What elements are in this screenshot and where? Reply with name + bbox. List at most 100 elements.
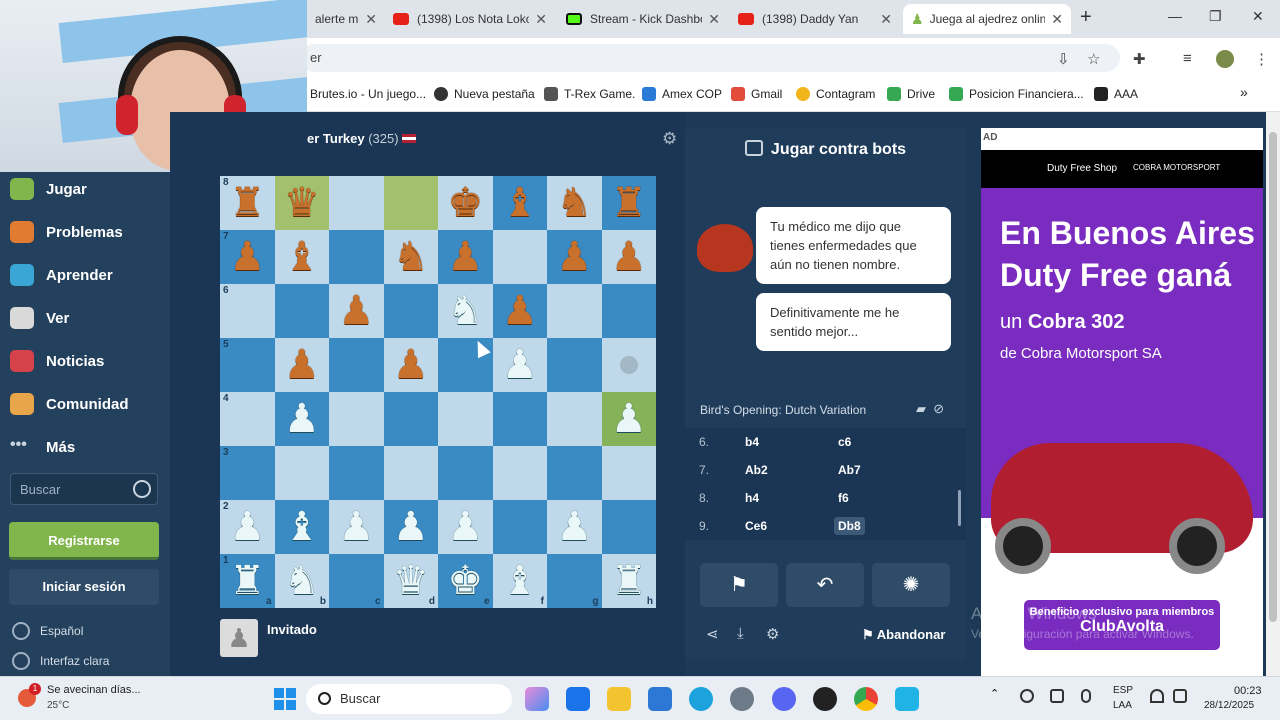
- white-pawn[interactable]: ♟: [229, 507, 265, 547]
- square-d3[interactable]: [383, 446, 438, 500]
- white-pawn[interactable]: ♟: [556, 507, 592, 547]
- square-b1[interactable]: ♞ b: [274, 554, 329, 608]
- square-f3[interactable]: [492, 446, 547, 500]
- black-bishop[interactable]: ♝: [502, 183, 538, 223]
- square-b3[interactable]: [274, 446, 329, 500]
- close-window-icon[interactable]: ✕: [1252, 8, 1264, 25]
- square-g2[interactable]: ♟: [547, 500, 602, 554]
- square-a5[interactable]: 5: [220, 338, 275, 392]
- square-h5[interactable]: [601, 338, 656, 392]
- square-e8[interactable]: ♚: [438, 176, 493, 230]
- black-rook[interactable]: ♜: [229, 183, 265, 223]
- tab-3[interactable]: Stream - Kick Dashbo ✕: [558, 4, 728, 34]
- login-button[interactable]: Iniciar sesión: [9, 569, 159, 605]
- nav-aprender[interactable]: Aprender: [10, 264, 113, 286]
- black-queen[interactable]: ♛: [284, 183, 320, 223]
- tab-active[interactable]: ♟ Juega al ajedrez onlin ✕: [903, 4, 1071, 34]
- square-d6[interactable]: [383, 284, 438, 338]
- settings-gear-icon[interactable]: ⚙: [662, 129, 677, 149]
- square-b8[interactable]: ♛: [274, 176, 329, 230]
- black-pawn[interactable]: ♟: [556, 237, 592, 277]
- scrollbar-thumb[interactable]: [1269, 132, 1277, 622]
- square-d4[interactable]: [383, 392, 438, 446]
- new-tab-button[interactable]: +: [1080, 6, 1092, 29]
- white-rook[interactable]: ♜: [229, 561, 265, 601]
- square-a2[interactable]: ♟ 2: [220, 500, 275, 554]
- omnibox[interactable]: er: [300, 44, 1120, 72]
- chrome-icon[interactable]: [854, 687, 878, 711]
- square-f1[interactable]: ♝ f: [492, 554, 547, 608]
- close-icon[interactable]: ✕: [359, 11, 377, 28]
- white-pawn[interactable]: ♟: [611, 399, 647, 439]
- nav-mas[interactable]: ••• Más: [10, 436, 75, 458]
- square-a3[interactable]: 3: [220, 446, 275, 500]
- bookmark-item[interactable]: Nueva pestaña: [434, 87, 535, 101]
- nav-comunidad[interactable]: Comunidad: [10, 393, 129, 415]
- settings-app-icon[interactable]: [730, 687, 754, 711]
- move-black[interactable]: f6: [838, 491, 849, 505]
- extensions-icon[interactable]: ✚: [1133, 50, 1146, 68]
- square-h7[interactable]: ♟: [601, 230, 656, 284]
- settings-icon[interactable]: ⚙: [766, 625, 779, 643]
- network-icon[interactable]: [1050, 689, 1064, 703]
- square-g6[interactable]: [547, 284, 602, 338]
- move-white[interactable]: b4: [745, 435, 759, 449]
- theme-toggle[interactable]: Interfaz clara: [12, 652, 109, 670]
- white-rook[interactable]: ♜: [611, 561, 647, 601]
- file-explorer-icon[interactable]: [607, 687, 631, 711]
- bookmark-item[interactable]: Posicion Financiera...: [949, 87, 1084, 101]
- move-list[interactable]: 6. b4 c6 7. Ab2 Ab7 8. h4 f6 9. Ce6 Db8: [685, 428, 966, 540]
- windows-start-icon[interactable]: [274, 688, 296, 710]
- register-button[interactable]: Registrarse: [9, 522, 159, 560]
- bookmark-item[interactable]: Contagram: [796, 87, 875, 101]
- square-c1[interactable]: c: [329, 554, 384, 608]
- square-f5[interactable]: ♟: [492, 338, 547, 392]
- move-hint-dot[interactable]: [619, 356, 638, 374]
- black-pawn[interactable]: ♟: [447, 237, 483, 277]
- square-g8[interactable]: ♞: [547, 176, 602, 230]
- black-pawn[interactable]: ♟: [338, 291, 374, 331]
- black-rook[interactable]: ♜: [611, 183, 647, 223]
- square-g7[interactable]: ♟: [547, 230, 602, 284]
- more-bookmarks-icon[interactable]: »: [1240, 84, 1248, 100]
- advertisement[interactable]: AD Duty Free Shop COBRA MOTORSPORT En Bu…: [981, 128, 1263, 676]
- store-icon[interactable]: [648, 687, 672, 711]
- black-pawn[interactable]: ♟: [502, 291, 538, 331]
- explorer-icon[interactable]: ⊘: [933, 401, 944, 416]
- discord-icon[interactable]: [772, 687, 796, 711]
- square-a6[interactable]: 6: [220, 284, 275, 338]
- hint-button[interactable]: ✺: [872, 563, 950, 607]
- share-icon[interactable]: ⋖: [706, 625, 719, 643]
- white-queen[interactable]: ♛: [393, 561, 429, 601]
- square-c8[interactable]: [329, 176, 384, 230]
- square-f7[interactable]: [492, 230, 547, 284]
- nav-problemas[interactable]: Problemas: [10, 221, 123, 243]
- tab-4[interactable]: (1398) Daddy Yan ✕: [730, 4, 900, 34]
- wifi-icon[interactable]: [1150, 689, 1164, 703]
- move-list-scrollbar[interactable]: [958, 490, 961, 526]
- square-h1[interactable]: ♜ h: [601, 554, 656, 608]
- download-icon[interactable]: ⤓: [737, 625, 744, 642]
- nav-jugar[interactable]: Jugar: [10, 178, 87, 200]
- bookmark-item[interactable]: AAA: [1094, 87, 1138, 101]
- square-f2[interactable]: [492, 500, 547, 554]
- taskbar-search[interactable]: Buscar: [306, 684, 512, 714]
- square-e6[interactable]: ♞: [438, 284, 493, 338]
- square-c3[interactable]: [329, 446, 384, 500]
- square-g5[interactable]: [547, 338, 602, 392]
- square-g1[interactable]: g: [547, 554, 602, 608]
- bookmark-item[interactable]: Brutes.io - Un juego...: [310, 87, 426, 101]
- white-bishop[interactable]: ♝: [284, 507, 320, 547]
- white-pawn[interactable]: ♟: [447, 507, 483, 547]
- move-white[interactable]: Ab2: [745, 463, 768, 477]
- square-h6[interactable]: [601, 284, 656, 338]
- white-pawn[interactable]: ♟: [338, 507, 374, 547]
- white-knight[interactable]: ♞: [447, 291, 483, 331]
- square-b2[interactable]: ♝: [274, 500, 329, 554]
- move-white[interactable]: h4: [745, 491, 759, 505]
- search-icon[interactable]: [133, 480, 151, 498]
- white-bishop[interactable]: ♝: [502, 561, 538, 601]
- black-pawn[interactable]: ♟: [393, 345, 429, 385]
- close-icon[interactable]: ✕: [702, 11, 720, 28]
- app-f-icon[interactable]: [895, 687, 919, 711]
